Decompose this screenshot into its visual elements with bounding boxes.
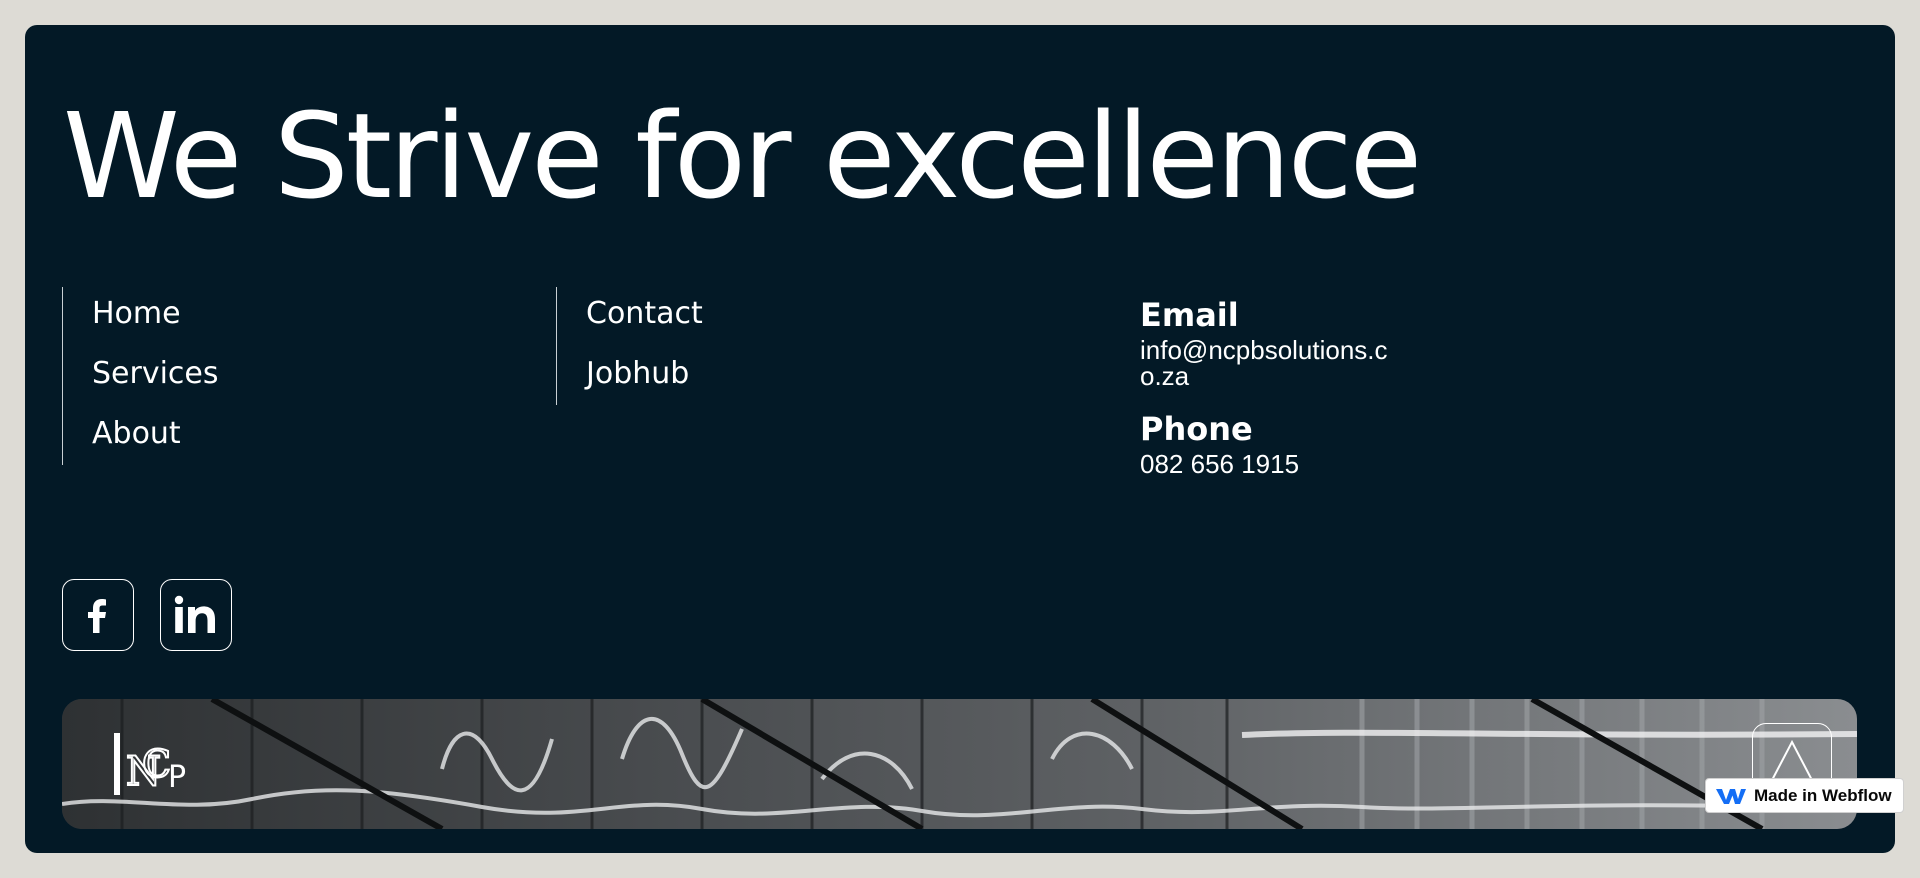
building-reflection-image — [62, 699, 1857, 829]
linkedin-icon — [174, 595, 215, 633]
nav-link-contact[interactable]: Contact — [586, 287, 703, 347]
email-label: Email — [1140, 296, 1239, 334]
made-in-webflow-label: Made in Webflow — [1754, 785, 1892, 805]
svg-text:C: C — [142, 742, 171, 786]
contact-info: Email info@ncpbsolutions.co.za Phone 082… — [1140, 293, 1400, 477]
webflow-icon — [1716, 788, 1746, 804]
nav-link-home[interactable]: Home — [92, 287, 219, 347]
linkedin-button[interactable] — [160, 579, 232, 651]
footer-nav-column-2: Contact Jobhub — [556, 287, 703, 405]
footer-nav-column-1: Home Services About — [62, 287, 219, 465]
phone-value[interactable]: 082 656 1915 — [1140, 451, 1400, 477]
svg-text:P: P — [168, 760, 186, 795]
nav-link-about[interactable]: About — [92, 407, 219, 467]
email-value[interactable]: info@ncpbsolutions.co.za — [1140, 337, 1400, 389]
nav-link-services[interactable]: Services — [92, 347, 219, 407]
footer-headline: We Strive for excellence — [63, 87, 1422, 225]
phone-label: Phone — [1140, 410, 1253, 448]
made-in-webflow-badge[interactable]: Made in Webflow — [1705, 778, 1904, 813]
ncp-logo: N C P — [114, 733, 186, 796]
nav-link-jobhub[interactable]: Jobhub — [586, 347, 703, 407]
footer-banner: N C P — [62, 699, 1857, 829]
footer: We Strive for excellence Home Services A… — [25, 25, 1895, 853]
facebook-button[interactable] — [62, 579, 134, 651]
facebook-icon — [88, 599, 106, 633]
